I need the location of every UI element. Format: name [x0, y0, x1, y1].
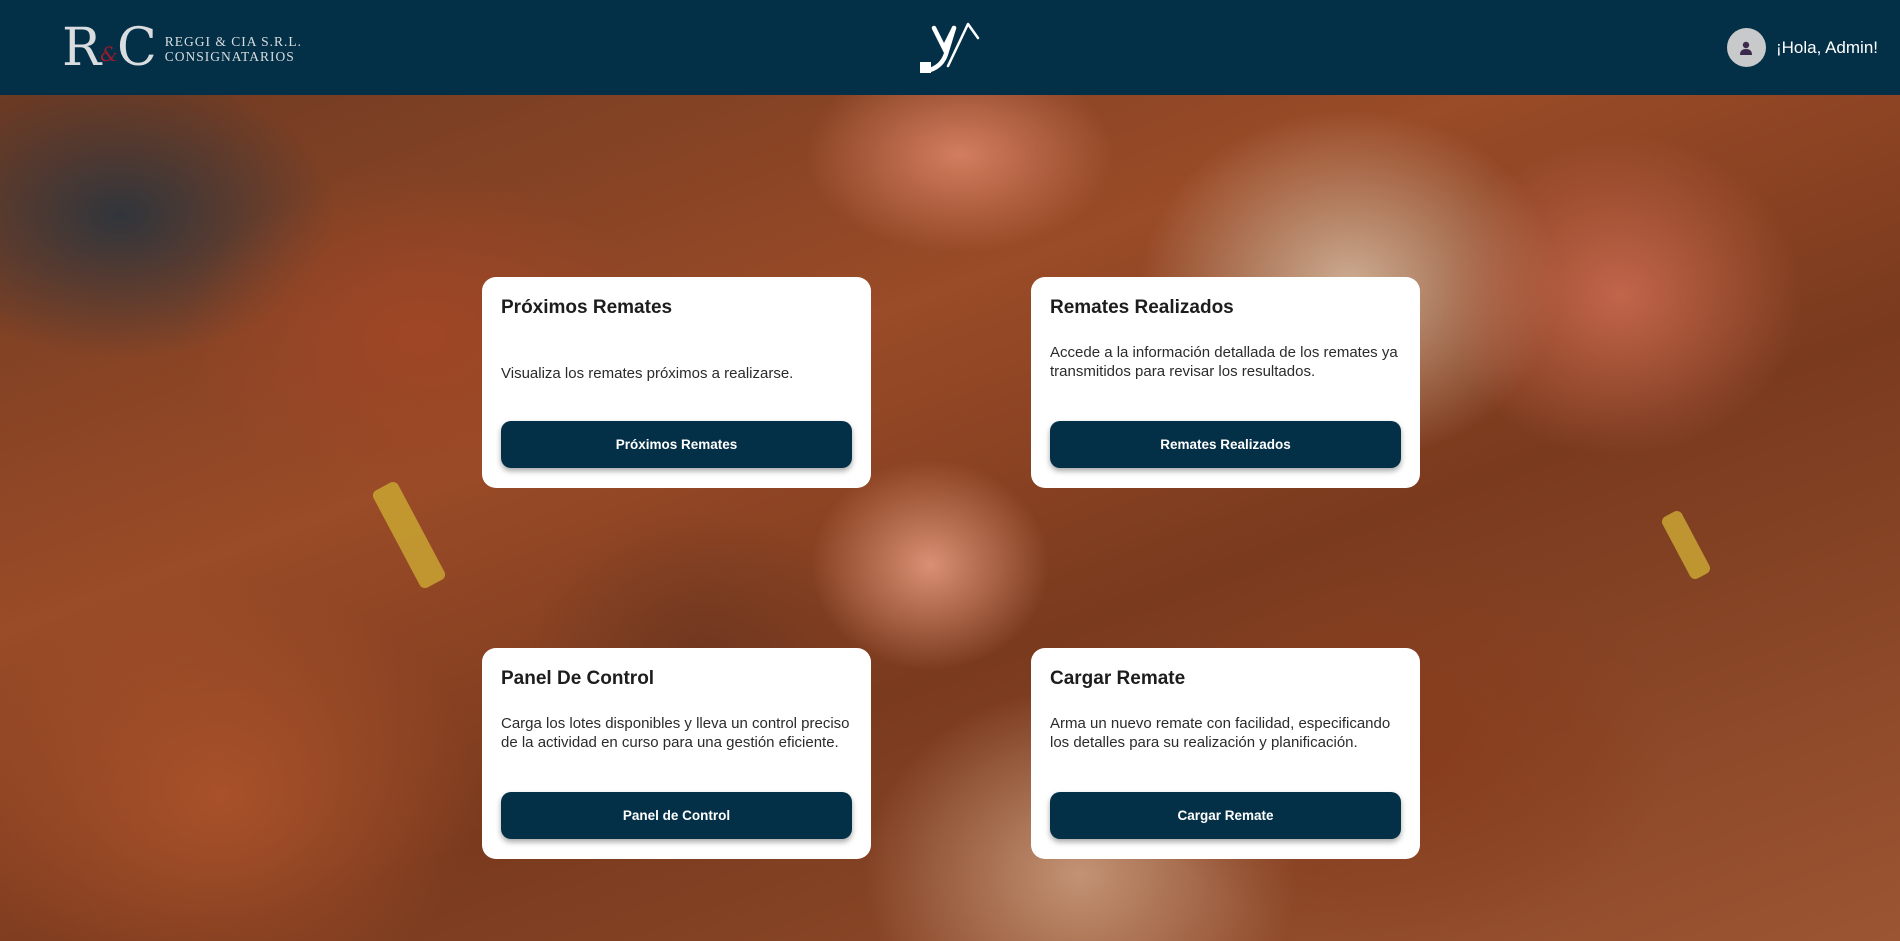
ear-tag-decoration	[1659, 508, 1713, 582]
card-description: Arma un nuevo remate con facilidad, espe…	[1050, 715, 1391, 751]
card-description: Carga los lotes disponibles y lleva un c…	[501, 715, 850, 751]
card-remates-realizados: Remates Realizados Accede a la informaci…	[1031, 277, 1420, 488]
brand-name: REGGI & CIA S.R.L.	[164, 33, 303, 49]
card-title: Panel De Control	[501, 668, 655, 689]
panel-de-control-button[interactable]: Panel de Control	[501, 792, 852, 839]
ear-tag-decoration	[370, 479, 448, 591]
brand-logo[interactable]: R & C REGGI & CIA S.R.L. CONSIGNATARIOS	[62, 18, 302, 78]
card-cargar-remate: Cargar Remate Arma un nuevo remate con f…	[1031, 648, 1420, 859]
brand-subtitle: CONSIGNATARIOS	[164, 48, 295, 64]
card-proximos-remates: Próximos Remates Visualiza los remates p…	[482, 277, 871, 488]
card-description: Accede a la información detallada de los…	[1050, 344, 1398, 380]
top-navbar: R & C REGGI & CIA S.R.L. CONSIGNATARIOS …	[0, 0, 1900, 95]
brand-monogram: R & C	[62, 17, 157, 78]
cargar-remate-button[interactable]: Cargar Remate	[1050, 792, 1401, 839]
user-avatar-icon[interactable]	[1726, 28, 1766, 67]
brand-monogram-r: R	[62, 17, 101, 78]
center-logo-icon[interactable]	[918, 18, 982, 76]
brand-monogram-amp: &	[100, 41, 118, 66]
remates-realizados-button[interactable]: Remates Realizados	[1050, 421, 1401, 468]
card-title: Cargar Remate	[1050, 668, 1186, 689]
cattle-background-image	[0, 95, 1900, 941]
brand-monogram-c: C	[116, 17, 157, 78]
card-title: Remates Realizados	[1050, 297, 1234, 318]
card-title: Próximos Remates	[501, 297, 673, 318]
card-panel-de-control: Panel De Control Carga los lotes disponi…	[482, 648, 871, 859]
user-greeting: ¡Hola, Admin!	[1775, 37, 1878, 57]
brand-text: REGGI & CIA S.R.L. CONSIGNATARIOS	[165, 34, 302, 64]
card-description: Visualiza los remates próximos a realiza…	[501, 364, 794, 382]
user-menu[interactable]: ¡Hola, Admin!	[1726, 28, 1878, 67]
proximos-remates-button[interactable]: Próximos Remates	[501, 421, 852, 468]
